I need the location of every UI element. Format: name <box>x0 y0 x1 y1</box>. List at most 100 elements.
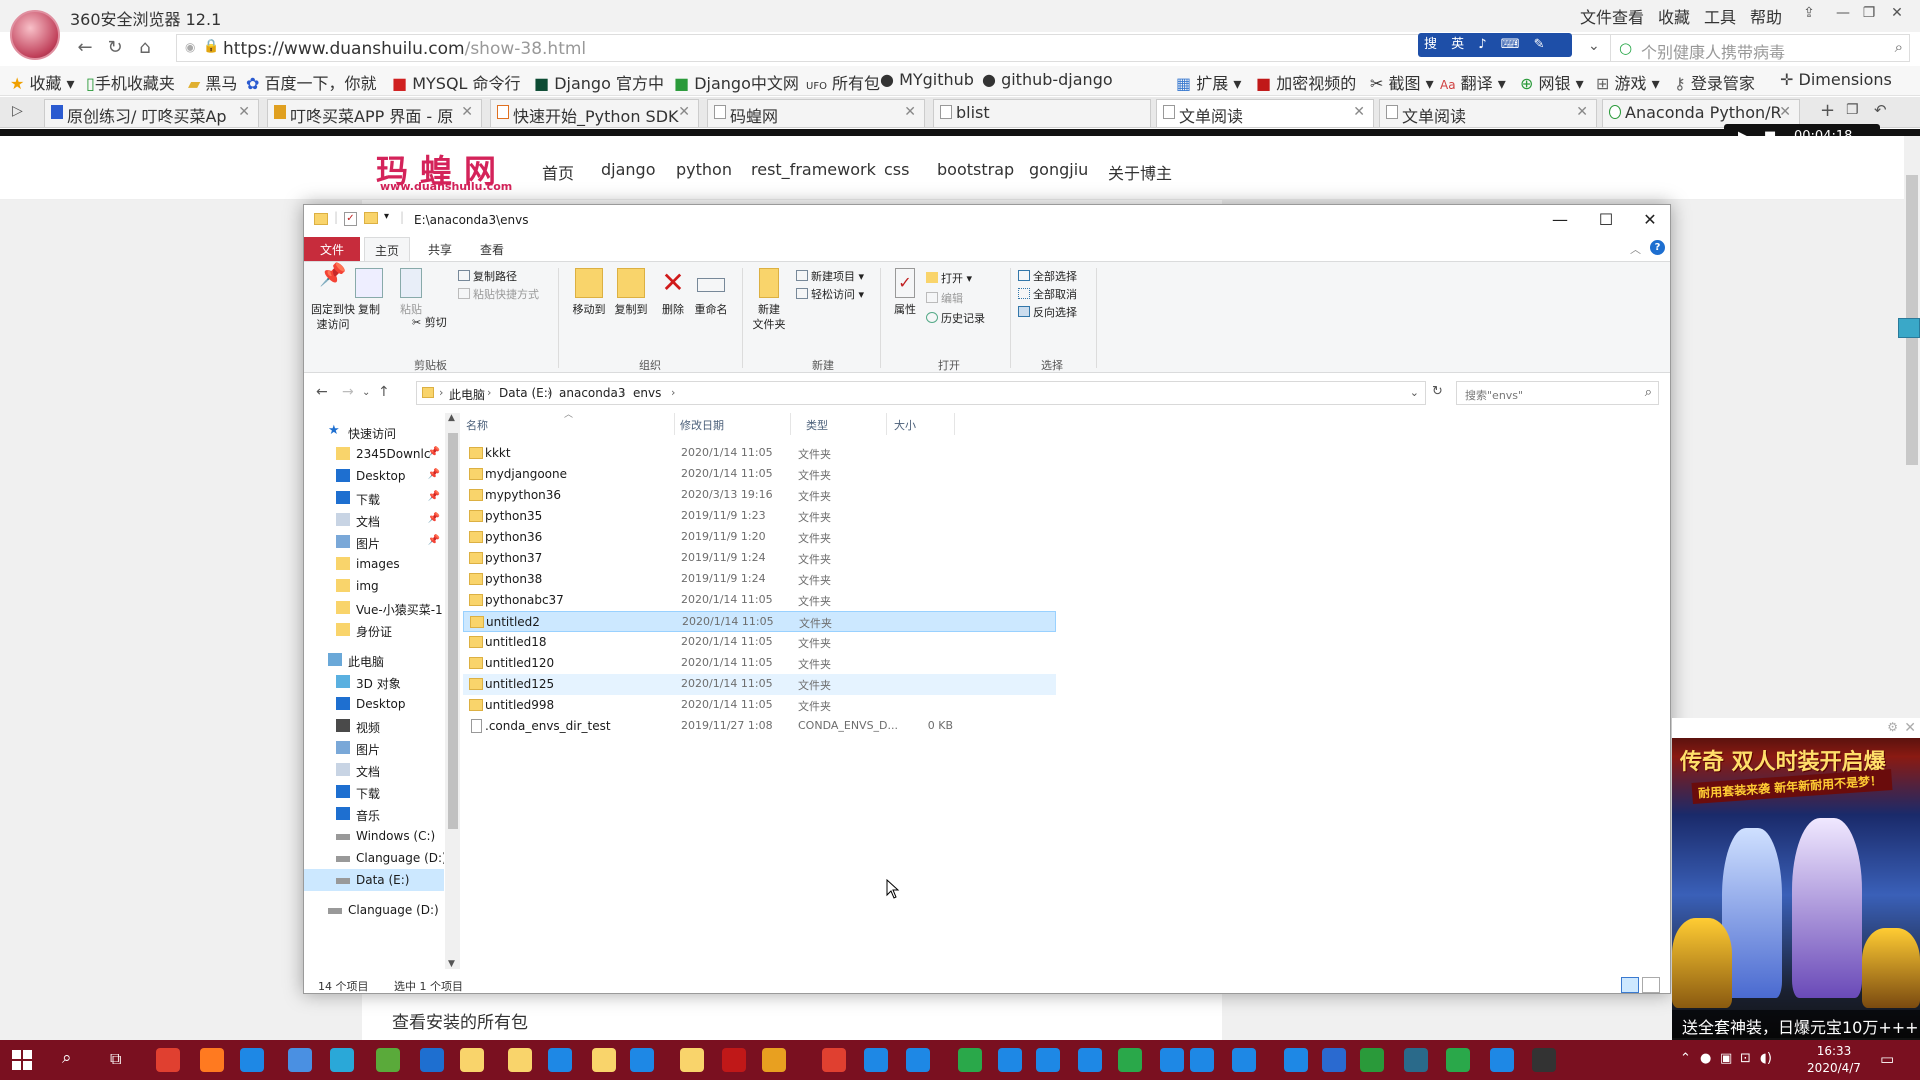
taskbar-app-icon[interactable] <box>1160 1048 1184 1072</box>
taskbar-app-icon[interactable] <box>1322 1048 1346 1072</box>
breadcrumb-pc[interactable]: 此电脑 <box>449 386 485 403</box>
ext-login-manager[interactable]: ⚷ 登录管家 <box>1674 70 1755 94</box>
file-row[interactable]: untitled998 2020/1/14 11:05 文件夹 <box>463 695 1056 716</box>
back-icon[interactable]: ← <box>316 384 328 400</box>
taskbar-app-icon[interactable] <box>1118 1048 1142 1072</box>
large-icons-view-icon[interactable] <box>1642 977 1660 993</box>
recent-locations-icon[interactable]: ⌄ <box>362 387 370 398</box>
clock[interactable]: 16:33 2020/4/7 <box>1794 1043 1874 1077</box>
notification-icon[interactable]: ▭ <box>1880 1050 1894 1068</box>
menu-favorites[interactable]: 收藏 <box>1658 4 1690 28</box>
taskbar-app-icon[interactable] <box>420 1048 444 1072</box>
taskbar-app-icon[interactable] <box>200 1048 224 1072</box>
easy-access-button[interactable]: 轻松访问 ▾ <box>796 286 864 302</box>
file-row[interactable]: .conda_envs_dir_test 2019/11/27 1:08 CONDA… <box>463 716 1056 737</box>
browser-tab-active[interactable]: 文单阅读 ✕ <box>1156 99 1374 127</box>
properties-button[interactable]: ✓ 属性 <box>882 268 928 317</box>
nav-item[interactable]: Clanguage (D:) <box>304 847 444 869</box>
file-row[interactable]: pythonabc37 2020/1/14 11:05 文件夹 <box>463 590 1056 611</box>
site-nav-home[interactable]: 首页 <box>542 160 574 184</box>
column-date[interactable]: 修改日期 <box>680 417 724 433</box>
collapse-ribbon-icon[interactable]: ︿ <box>1630 241 1641 257</box>
close-tab-icon[interactable]: ✕ <box>904 104 916 120</box>
ext-encrypted-video[interactable]: ■ 加密视频的 <box>1256 70 1356 94</box>
tab-home[interactable]: 主页 <box>364 237 411 261</box>
taskbar-app-icon[interactable] <box>156 1048 180 1072</box>
fav-mysql[interactable]: ■ MYSQL 命令行 <box>392 70 521 94</box>
taskbar-app-icon[interactable] <box>762 1048 786 1072</box>
column-name[interactable]: 名称 <box>466 417 488 433</box>
browser-search-input[interactable]: ○ 个别健康人携带病毒 ⌕ <box>1610 34 1910 62</box>
taskbar-app-icon[interactable] <box>906 1048 930 1072</box>
network-icon[interactable]: ⊡ <box>1740 1051 1751 1066</box>
invert-selection-button[interactable]: 反向选择 <box>1018 304 1077 320</box>
chevron-down-icon[interactable]: ⌄ <box>1410 386 1419 399</box>
close-tab-icon[interactable]: ✕ <box>461 104 473 120</box>
forward-icon[interactable]: → <box>342 384 354 400</box>
nav-item[interactable]: ★ 快速访问 <box>304 421 444 443</box>
browser-tab[interactable]: blist <box>933 99 1151 127</box>
nav-item[interactable]: Data (E:) <box>304 869 444 891</box>
site-nav-about[interactable]: 关于博主 <box>1108 160 1172 184</box>
taskbar-app-icon[interactable] <box>592 1048 616 1072</box>
taskbar-app-icon[interactable] <box>1446 1048 1470 1072</box>
taskbar-app-icon[interactable] <box>1036 1048 1060 1072</box>
taskbar-app-icon[interactable] <box>998 1048 1022 1072</box>
taskbar-app-icon[interactable] <box>508 1048 532 1072</box>
fav-django-official[interactable]: ■ Django 官方中 <box>534 70 664 94</box>
fav-heima[interactable]: ▰ 黑马 <box>188 70 237 94</box>
pin-icon[interactable]: 📌 <box>428 469 440 480</box>
nav-item[interactable]: Windows (C:) <box>304 825 444 847</box>
back-icon[interactable]: ← <box>72 34 98 62</box>
site-nav-bootstrap[interactable]: bootstrap <box>937 160 1014 179</box>
nav-item[interactable]: Clanguage (D:) <box>304 899 444 921</box>
taskbar-app-icon[interactable] <box>1078 1048 1102 1072</box>
paste-shortcut-button[interactable]: 粘贴快捷方式 <box>458 286 539 302</box>
open-button[interactable]: 打开 ▾ <box>926 270 972 286</box>
browser-tab[interactable]: 原创练习/ 叮咚买菜Ap ✕ <box>44 99 259 127</box>
nav-item[interactable]: 文档 <box>304 759 444 781</box>
taskbar-app-icon[interactable] <box>722 1048 746 1072</box>
fav-baidu[interactable]: ✿ 百度一下，你就 <box>246 70 377 94</box>
side-widget-icon[interactable] <box>1898 318 1920 338</box>
taskbar-app-icon[interactable] <box>1490 1048 1514 1072</box>
fav-github-django[interactable]: ● github-django <box>982 70 1113 89</box>
nav-item[interactable]: 图片 <box>304 737 444 759</box>
taskbar-app-icon[interactable] <box>376 1048 400 1072</box>
details-view-icon[interactable] <box>1621 977 1639 993</box>
taskbar-app-icon[interactable] <box>630 1048 654 1072</box>
new-folder-quick-icon[interactable] <box>364 212 378 224</box>
copy-button[interactable]: 复制 <box>346 268 392 317</box>
taskbar-app-icon[interactable] <box>240 1048 264 1072</box>
menu-view[interactable]: 查看 <box>1612 4 1644 28</box>
menu-file[interactable]: 文件 <box>1580 4 1612 28</box>
browser-tab[interactable]: 叮咚买菜APP 界面 - 原 ✕ <box>267 99 482 127</box>
scroll-up-icon[interactable]: ▲ <box>448 413 455 423</box>
new-tab-icon[interactable]: + <box>1820 100 1835 121</box>
home-icon[interactable]: ⌂ <box>132 34 158 62</box>
nav-item[interactable]: 此电脑 <box>304 649 444 671</box>
file-row[interactable]: untitled18 2020/1/14 11:05 文件夹 <box>463 632 1056 653</box>
cut-button[interactable]: ✂ 剪切 <box>412 314 447 330</box>
copy-to-button[interactable]: 复制到 <box>608 268 654 317</box>
ext-extensions[interactable]: ▦ 扩展 ▾ <box>1176 70 1241 94</box>
sidebar-toggle-icon[interactable]: ▷ <box>12 103 23 119</box>
nav-item[interactable]: img <box>304 575 444 597</box>
edit-button[interactable]: 编辑 <box>926 290 963 306</box>
undo-close-icon[interactable]: ↶ <box>1874 101 1887 119</box>
tab-view[interactable]: 查看 <box>470 237 514 261</box>
nav-item[interactable]: images <box>304 553 444 575</box>
search-icon[interactable]: ⌕ <box>62 1048 72 1068</box>
file-row[interactable]: untitled120 2020/1/14 11:05 文件夹 <box>463 653 1056 674</box>
nav-item[interactable]: 文档 📌 <box>304 509 444 531</box>
tab-file[interactable]: 文件 <box>304 237 360 261</box>
file-row[interactable]: untitled2 2020/1/14 11:05 文件夹 <box>463 611 1056 632</box>
volume-icon[interactable]: ◖) <box>1760 1051 1772 1066</box>
taskbar-app-icon[interactable] <box>548 1048 572 1072</box>
refresh-icon[interactable]: ↻ <box>1432 384 1443 399</box>
history-button[interactable]: 历史记录 <box>926 310 985 326</box>
file-row[interactable]: mydjangoone 2020/1/14 11:05 文件夹 <box>463 464 1056 485</box>
nav-item[interactable]: 视频 <box>304 715 444 737</box>
nav-item[interactable]: 3D 对象 <box>304 671 444 693</box>
column-size[interactable]: 大小 <box>894 417 916 433</box>
